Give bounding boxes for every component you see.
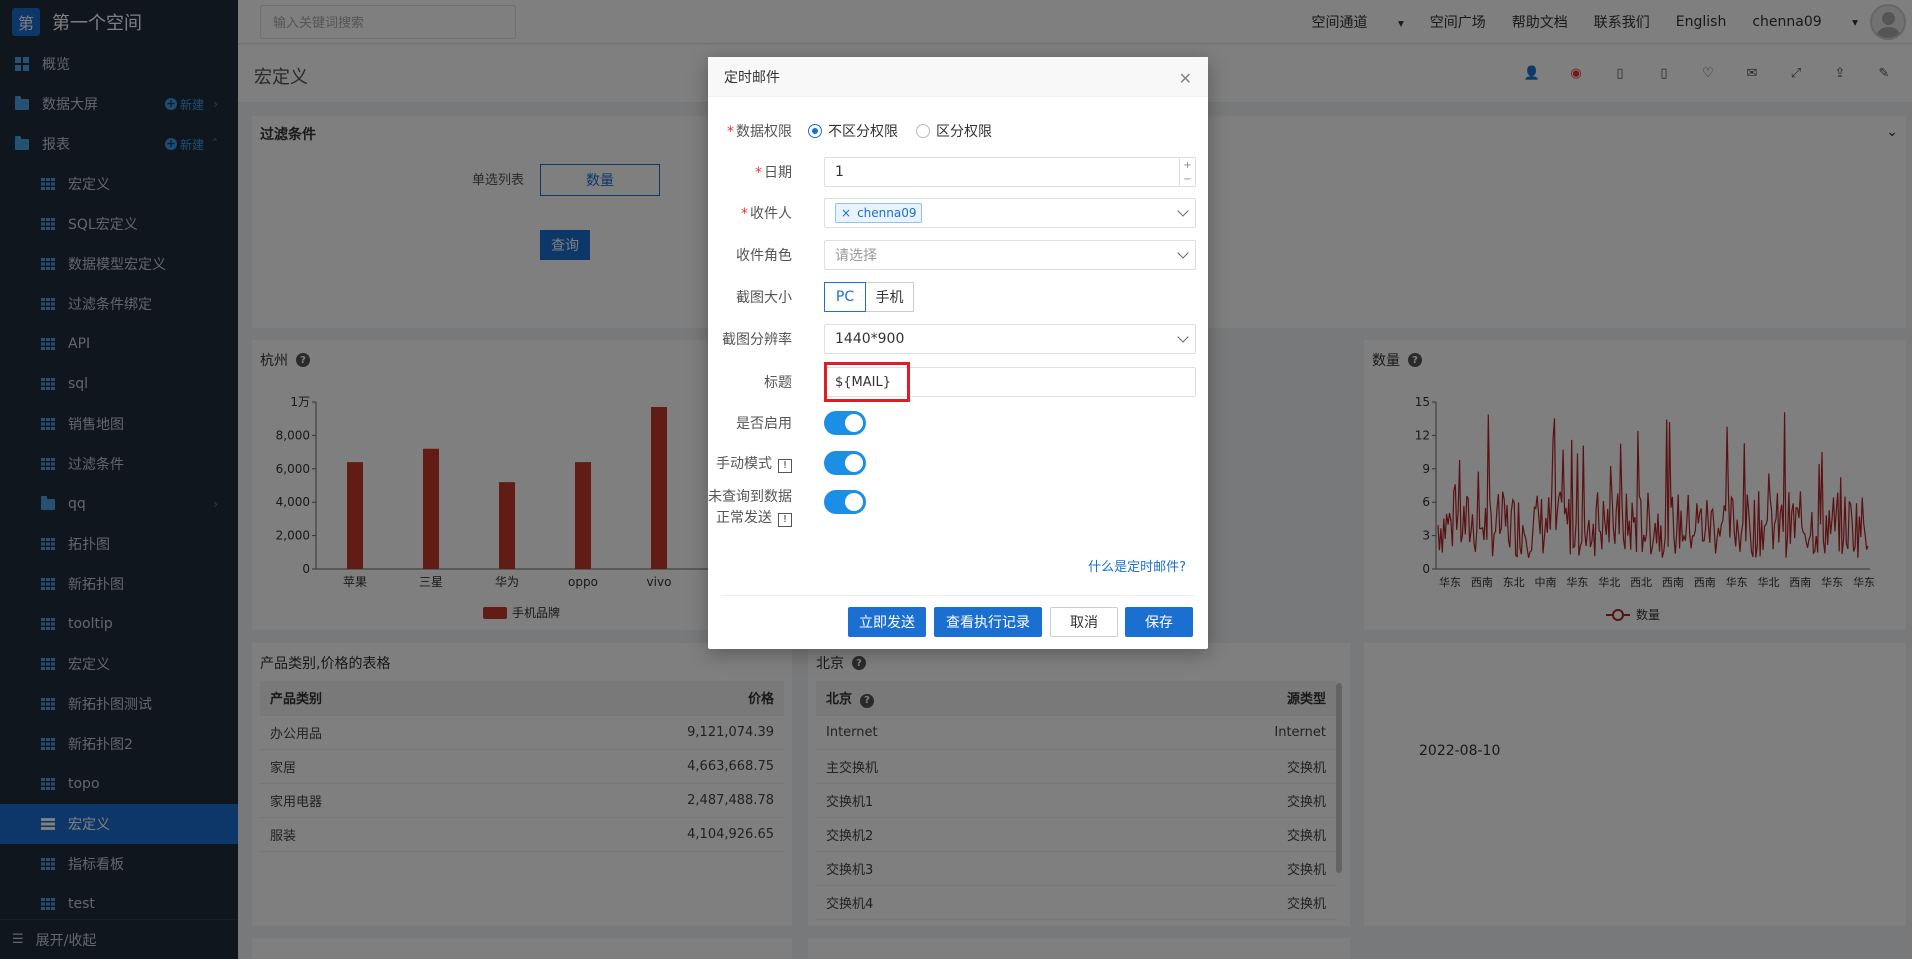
size-option-pc[interactable]: PC [824,282,866,312]
size-option-mobile[interactable]: 手机 [866,282,914,312]
dialog-divider [722,595,1194,596]
info-icon[interactable]: ! [778,458,792,473]
field-label: 截图大小 [736,290,792,306]
dialog-header: 定时邮件 ✕ [708,57,1208,97]
field-label: * 日期 [755,165,792,181]
manual-mode-toggle[interactable] [824,451,866,475]
field-label: 标题 [764,375,792,391]
select-value: 1440*900 [835,331,905,347]
nodata-send-row: 未查询到数据 正常发送! [708,487,1208,531]
dialog-title: 定时邮件 [724,69,780,86]
screenshot-size-row: 截图大小 PC 手机 [708,282,1208,312]
radio-label: 不区分权限 [828,124,898,140]
resolution-select[interactable]: 1440*900 [824,324,1196,354]
chevron-down-icon [1177,331,1189,343]
help-link[interactable]: 什么是定时邮件? [1088,556,1186,575]
highlight-box [824,362,910,402]
close-icon[interactable]: ✕ [1179,69,1192,88]
date-row: * 日期 1 + − [708,157,1208,187]
recipient-select[interactable]: × chenna09 [824,198,1196,228]
radio-unchecked-icon [916,124,930,138]
info-icon[interactable]: ! [778,512,792,527]
tag-remove-icon[interactable]: × [841,206,851,220]
subject-row: 标题 ${MAIL} [708,362,1208,402]
data-permission-row: * 数据权限 不区分权限 区分权限 [708,119,1208,143]
field-label: * 收件人 [741,206,792,222]
send-now-button[interactable]: 立即发送 [848,607,926,637]
manual-mode-row: 手动模式! [708,451,1208,475]
recipient-row: * 收件人 × chenna09 [708,198,1208,228]
date-number-input[interactable]: 1 + − [824,157,1196,187]
field-label: 未查询到数据 正常发送! [708,489,792,527]
radio-no-permission[interactable]: 不区分权限 [808,121,898,141]
recipient-tag[interactable]: × chenna09 [835,203,923,223]
size-segmented: PC 手机 [824,282,914,312]
role-row: 收件角色 请选择 [708,240,1208,270]
select-placeholder: 请选择 [835,248,877,264]
save-button[interactable]: 保存 [1125,607,1193,637]
cancel-button[interactable]: 取消 [1050,607,1118,637]
radio-permission[interactable]: 区分权限 [916,121,992,141]
scheduled-email-dialog: 定时邮件 ✕ * 数据权限 不区分权限 区分权限 * 日期 1 + − * 收件人 × c… [708,57,1208,649]
field-label: * 数据权限 [727,124,792,140]
increment-icon[interactable]: + [1183,160,1191,171]
role-select[interactable]: 请选择 [824,240,1196,270]
nodata-send-toggle[interactable] [824,490,866,514]
field-label: 是否启用 [736,416,792,432]
tag-label: chenna09 [857,206,917,220]
chevron-down-icon [1177,205,1189,217]
enable-toggle[interactable] [824,411,866,435]
radio-checked-icon [808,124,822,138]
enable-row: 是否启用 [708,411,1208,435]
decrement-icon[interactable]: − [1183,174,1191,185]
field-label: 截图分辨率 [722,332,792,348]
date-input-value: 1 [835,164,844,180]
radio-label: 区分权限 [936,124,992,140]
chevron-down-icon [1177,247,1189,259]
field-label: 收件角色 [736,248,792,264]
number-stepper[interactable]: + − [1179,158,1195,186]
field-label: 手动模式! [708,453,808,473]
resolution-row: 截图分辨率 1440*900 [708,324,1208,354]
view-log-button[interactable]: 查看执行记录 [934,607,1042,637]
